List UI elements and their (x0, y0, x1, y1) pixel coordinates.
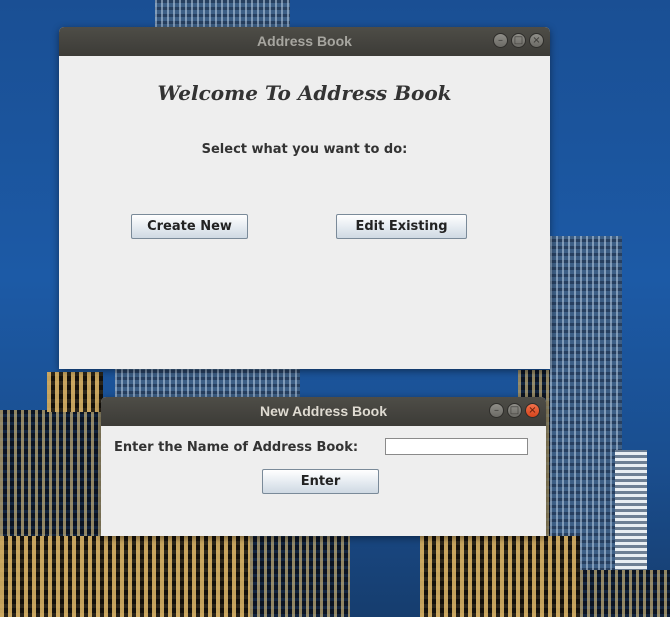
close-icon[interactable]: × (529, 33, 544, 48)
address-book-titlebar[interactable]: Address Book – □ × (59, 27, 550, 56)
enter-button[interactable]: Enter (262, 469, 379, 494)
minimize-icon[interactable]: – (489, 403, 504, 418)
address-book-name-input[interactable] (385, 438, 528, 455)
select-prompt: Select what you want to do: (201, 142, 408, 157)
dialog-controls: – □ × (489, 403, 540, 418)
new-address-book-dialog: New Address Book – □ × Enter the Name of… (101, 397, 546, 536)
skyline-front-corner (580, 570, 670, 617)
close-icon[interactable]: × (525, 403, 540, 418)
create-new-button[interactable]: Create New (131, 214, 248, 239)
skyline-mid-roof (115, 368, 300, 398)
minimize-icon[interactable]: – (493, 33, 508, 48)
welcome-heading: Welcome To Address Book (157, 81, 452, 105)
skyline-lit-roof (47, 372, 103, 412)
skyline-front-right (420, 536, 580, 617)
skyline-front-left (0, 536, 250, 617)
window-title: Address Book (257, 33, 352, 49)
skyline-tower-top (155, 0, 290, 28)
skyline-front-mid (250, 536, 350, 617)
dialog-titlebar[interactable]: New Address Book – □ × (101, 397, 546, 426)
dialog-title: New Address Book (259, 403, 388, 419)
edit-existing-button[interactable]: Edit Existing (336, 214, 467, 239)
address-book-window: Address Book – □ × Welcome To Address Bo… (59, 27, 550, 369)
window-controls: – □ × (493, 33, 544, 48)
maximize-icon[interactable]: □ (511, 33, 526, 48)
maximize-icon[interactable]: □ (507, 403, 522, 418)
name-field-label: Enter the Name of Address Book: (114, 440, 359, 455)
